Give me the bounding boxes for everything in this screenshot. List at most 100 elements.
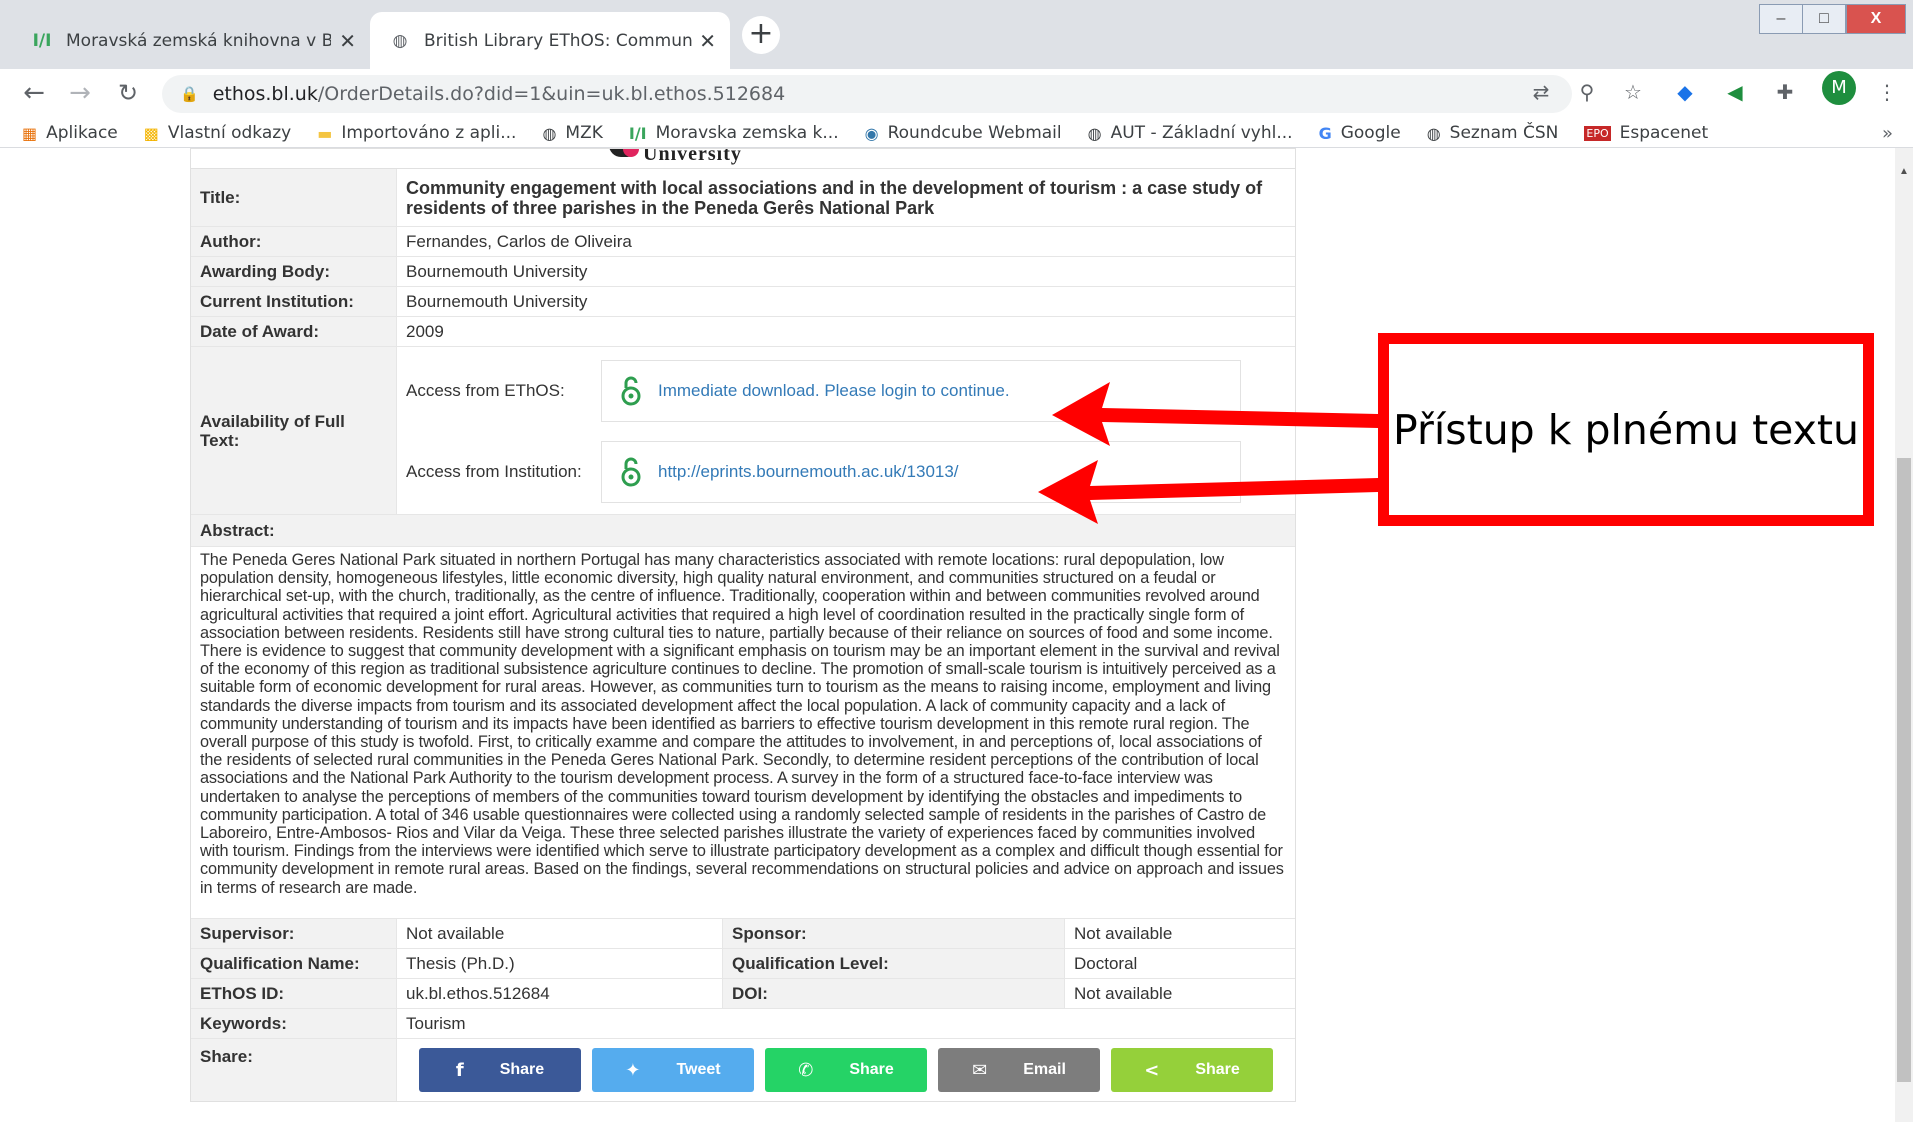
field-label: Awarding Body: bbox=[191, 257, 397, 286]
field-label: Title: bbox=[191, 169, 397, 226]
ethos-id-value: uk.bl.ethos.512684 bbox=[397, 979, 723, 1008]
author-value: Fernandes, Carlos de Oliveira bbox=[406, 231, 632, 251]
facebook-share-button[interactable]: f Share bbox=[419, 1048, 581, 1092]
tab-strip: I/I Moravská zemská knihovna v Brn ✕ ◍ B… bbox=[0, 0, 1913, 69]
tab-mzk[interactable]: I/I Moravská zemská knihovna v Brn ✕ bbox=[10, 12, 370, 69]
forward-button[interactable]: → bbox=[62, 75, 98, 111]
extension-mortarboard-icon[interactable]: ◆ bbox=[1670, 77, 1700, 107]
row-title: Title: Community engagement with local a… bbox=[191, 169, 1295, 227]
scroll-thumb[interactable] bbox=[1897, 458, 1911, 1082]
scroll-up-icon[interactable]: ▲ bbox=[1895, 166, 1913, 177]
current-institution-value: Bournemouth University bbox=[406, 291, 588, 311]
open-access-icon bbox=[621, 457, 641, 487]
field-label: Sponsor: bbox=[723, 919, 1065, 948]
field-label: Qualification Level: bbox=[723, 949, 1065, 978]
row-awarding-body: Awarding Body: Bournemouth University bbox=[191, 257, 1295, 287]
bookmark-item[interactable]: ◍ Seznam ČSN bbox=[1427, 123, 1559, 143]
extension-green-icon[interactable]: ◀ bbox=[1720, 77, 1750, 107]
bookmark-star-icon[interactable]: ☆ bbox=[1618, 77, 1648, 107]
twitter-share-button[interactable]: ✦ Tweet bbox=[592, 1048, 754, 1092]
bookmark-item[interactable]: ◉ Roundcube Webmail bbox=[865, 123, 1062, 143]
generic-share-button[interactable]: < Share bbox=[1111, 1048, 1273, 1092]
tab-ethos[interactable]: ◍ British Library EThOS: Communit ✕ bbox=[370, 12, 730, 69]
extensions-puzzle-icon[interactable]: ✚ bbox=[1770, 77, 1800, 107]
tab-title: Moravská zemská knihovna v Brn bbox=[66, 30, 331, 51]
bookmark-item[interactable]: ▦ Aplikace bbox=[22, 123, 118, 143]
mzk-logo-icon: I/I bbox=[628, 123, 647, 143]
bookmark-item[interactable]: I/I Moravska zemska k... bbox=[629, 123, 839, 143]
field-label: Supervisor: bbox=[191, 919, 397, 948]
whatsapp-share-button[interactable]: ✆ Share bbox=[765, 1048, 927, 1092]
annotation-callout: Přístup k plnému textu bbox=[1378, 333, 1874, 526]
availability-options: Access from EThOS: Immediate download. P… bbox=[397, 347, 1295, 514]
roundcube-icon: ◉ bbox=[864, 123, 879, 143]
field-label: EThOS ID: bbox=[191, 979, 397, 1008]
university-logo: University bbox=[191, 149, 1295, 169]
bookmark-item[interactable]: EPO Espacenet bbox=[1584, 123, 1708, 143]
access-institution-box: http://eprints.bournemouth.ac.uk/13013/ bbox=[601, 441, 1241, 503]
bookmarks-bar: ▦ Aplikace ▩ Vlastní odkazy ▬ Importováno z… bbox=[0, 119, 1913, 147]
close-window-button[interactable]: X bbox=[1846, 4, 1906, 34]
maximize-button[interactable]: □ bbox=[1802, 4, 1846, 34]
mzk-logo-icon: I/I bbox=[32, 30, 52, 51]
row-availability: Availability of Full Text: Access from E… bbox=[191, 347, 1295, 515]
back-button[interactable]: ← bbox=[16, 75, 52, 111]
row-current-institution: Current Institution: Bournemouth Univers… bbox=[191, 287, 1295, 317]
thesis-title: Community engagement with local associat… bbox=[406, 177, 1263, 218]
url-host: ethos.bl.uk bbox=[212, 83, 318, 105]
zoom-icon[interactable]: ⚲ bbox=[1572, 77, 1602, 107]
folder-icon: ▬ bbox=[317, 123, 333, 143]
ethos-download-link[interactable]: Immediate download. Please login to cont… bbox=[658, 381, 1010, 401]
qualification-level-value: Doctoral bbox=[1074, 953, 1138, 973]
address-bar[interactable]: 🔒 ethos.bl.uk/OrderDetails.do?did=1&uin=… bbox=[162, 75, 1572, 113]
menu-kebab-icon[interactable]: ⋮ bbox=[1872, 77, 1902, 107]
reload-button[interactable]: ↻ bbox=[110, 75, 146, 111]
page-scrollbar[interactable]: ▲ bbox=[1895, 148, 1913, 1122]
row-share: Share: f Share ✦ Tweet ✆ Share ✉ Email < Shar… bbox=[191, 1039, 1295, 1101]
windows-logo-icon: ▩ bbox=[143, 123, 159, 143]
institution-repository-link[interactable]: http://eprints.bournemouth.ac.uk/13013/ bbox=[658, 462, 959, 482]
field-label: Date of Award: bbox=[191, 317, 397, 346]
globe-icon: ◍ bbox=[1087, 123, 1102, 143]
close-tab-icon[interactable]: ✕ bbox=[339, 29, 356, 53]
row-identifiers: EThOS ID: uk.bl.ethos.512684 DOI: Not av… bbox=[191, 979, 1295, 1009]
bookmark-item[interactable]: ◍ AUT - Základní vyhl... bbox=[1088, 123, 1293, 143]
facebook-icon: f bbox=[455, 1059, 464, 1081]
google-icon: G bbox=[1318, 123, 1332, 143]
email-share-button[interactable]: ✉ Email bbox=[938, 1048, 1100, 1092]
bookmark-folder[interactable]: ▬ Importováno z apli... bbox=[317, 123, 516, 143]
bookmark-item[interactable]: ▩ Vlastní odkazy bbox=[144, 123, 291, 143]
bookmark-item[interactable]: G Google bbox=[1319, 123, 1401, 143]
bookmarks-more-icon[interactable]: » bbox=[1882, 123, 1893, 144]
row-author: Author: Fernandes, Carlos de Oliveira bbox=[191, 227, 1295, 257]
row-keywords: Keywords: Tourism bbox=[191, 1009, 1295, 1039]
field-label: Author: bbox=[191, 227, 397, 256]
share-buttons: f Share ✦ Tweet ✆ Share ✉ Email < Share bbox=[397, 1039, 1295, 1101]
share-icon: < bbox=[1144, 1059, 1160, 1081]
browser-toolbar: ← → ↻ 🔒 ethos.bl.uk/OrderDetails.do?did=… bbox=[0, 69, 1913, 119]
field-label: Current Institution: bbox=[191, 287, 397, 316]
email-icon: ✉ bbox=[972, 1059, 988, 1081]
field-label: DOI: bbox=[723, 979, 1065, 1008]
profile-avatar[interactable]: M bbox=[1822, 71, 1856, 105]
whatsapp-icon: ✆ bbox=[798, 1059, 814, 1081]
minimize-button[interactable]: – bbox=[1759, 4, 1803, 34]
globe-icon: ◍ bbox=[392, 30, 408, 51]
row-qualification: Qualification Name: Thesis (Ph.D.) Quali… bbox=[191, 949, 1295, 979]
close-tab-icon[interactable]: ✕ bbox=[699, 29, 716, 53]
bookmark-item[interactable]: ◍ MZK bbox=[542, 123, 602, 143]
page-viewport: University Title: Community engagement w… bbox=[0, 148, 1895, 1122]
awarding-body-value: Bournemouth University bbox=[406, 261, 588, 281]
apps-grid-icon: ▦ bbox=[22, 123, 38, 143]
lock-icon[interactable]: 🔒 bbox=[180, 85, 199, 103]
new-tab-button[interactable]: + bbox=[742, 16, 780, 54]
row-supervisor-sponsor: Supervisor: Not available Sponsor: Not a… bbox=[191, 919, 1295, 949]
keywords-value[interactable]: Tourism bbox=[397, 1009, 1295, 1038]
open-access-icon bbox=[621, 376, 641, 406]
translate-icon[interactable]: ⇄ bbox=[1526, 77, 1556, 107]
field-label: Keywords: bbox=[191, 1009, 397, 1038]
twitter-icon: ✦ bbox=[625, 1059, 641, 1081]
globe-icon: ◍ bbox=[542, 123, 557, 143]
sponsor-value: Not available bbox=[1074, 923, 1173, 943]
tab-title: British Library EThOS: Communit bbox=[424, 30, 694, 51]
